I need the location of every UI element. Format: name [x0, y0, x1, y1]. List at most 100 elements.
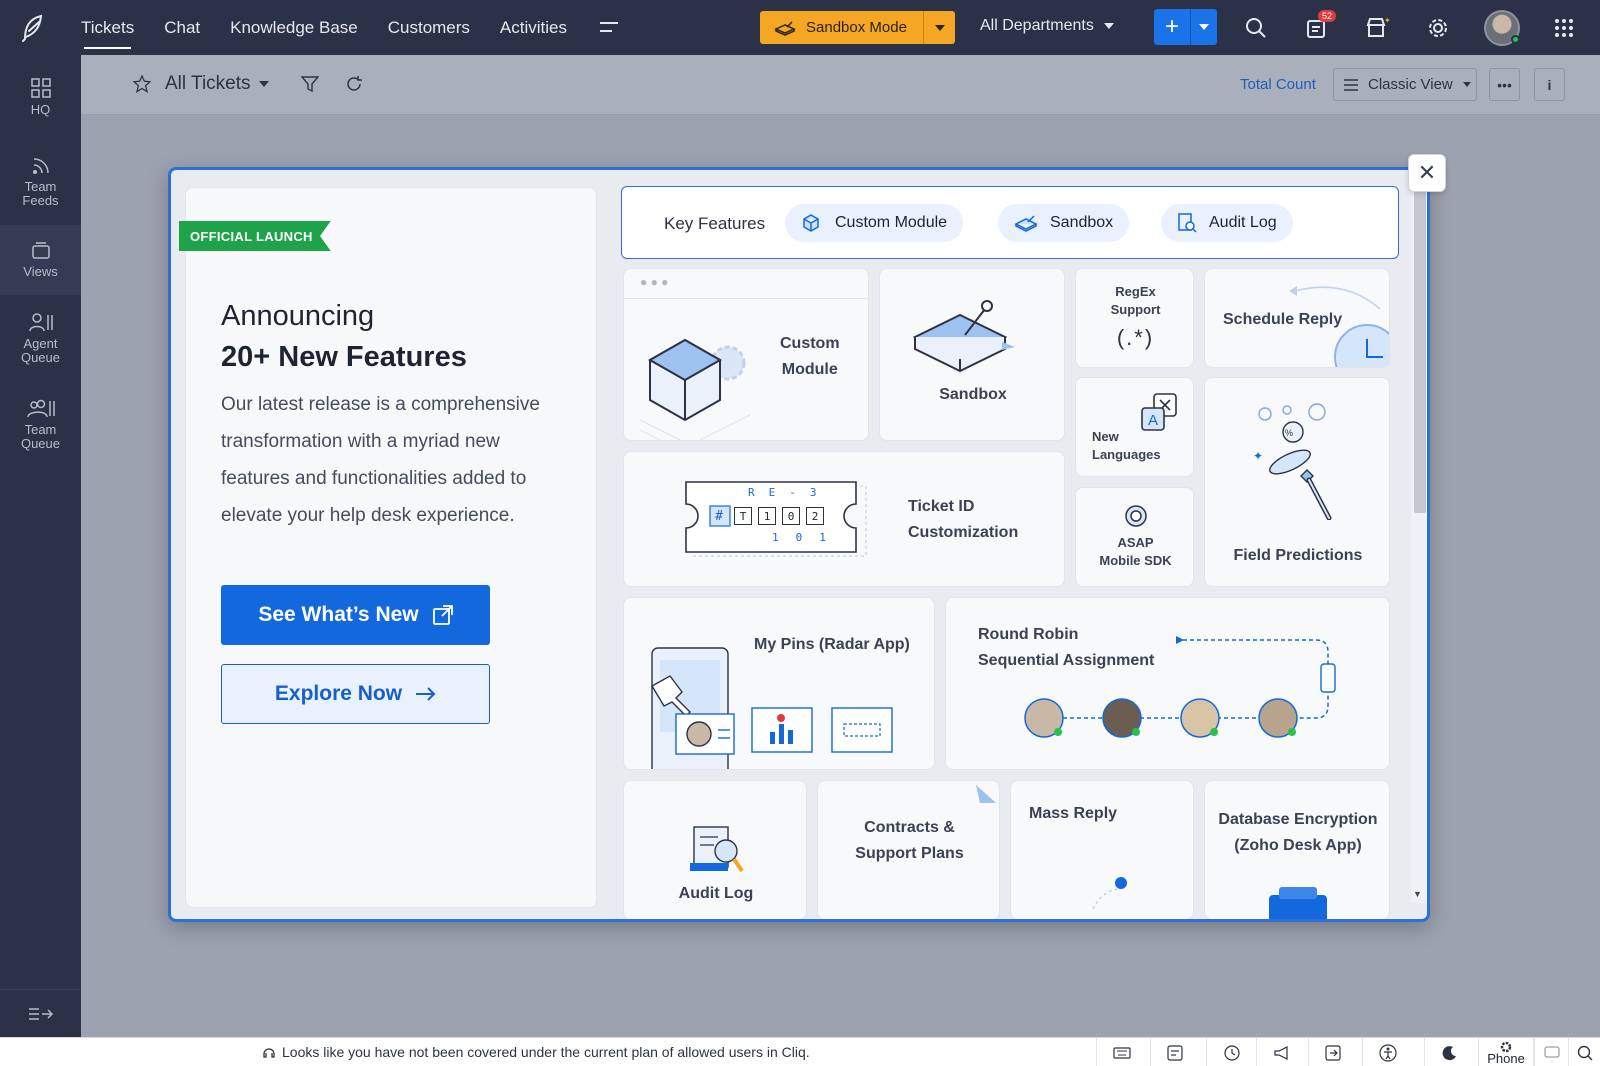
card-title: RegEx Support [1110, 284, 1161, 317]
tasks-icon[interactable] [1150, 1038, 1200, 1066]
nav-tab-chat[interactable]: Chat [149, 0, 215, 55]
scrollbar-thumb[interactable] [1414, 187, 1426, 513]
nav-tab-knowledge-base[interactable]: Knowledge Base [215, 0, 373, 55]
grid-icon [30, 78, 51, 98]
app-logo-icon[interactable] [0, 0, 66, 55]
announcement-megaphone-icon[interactable] [1256, 1038, 1306, 1066]
key-feature-audit-log[interactable]: Audit Log [1161, 204, 1293, 242]
search-icon[interactable] [1242, 14, 1270, 42]
ticket-list-toolbar: All Tickets Total Count Classic View •••… [81, 55, 1600, 115]
close-modal-button[interactable]: ✕ [1408, 154, 1446, 192]
apps-grid-icon[interactable] [1550, 14, 1578, 42]
database-illustration-icon [1269, 887, 1327, 919]
card-title: My Pins (Radar App) [754, 636, 910, 653]
feature-card-mass-reply[interactable]: Mass Reply [1010, 780, 1194, 919]
sidebar-item-hq[interactable]: HQ [0, 55, 81, 140]
scroll-down-arrow-icon[interactable]: ▼ [1413, 889, 1422, 899]
grid-char: 3 [809, 486, 817, 499]
dark-mode-moon-icon[interactable] [1424, 1038, 1474, 1066]
external-link-icon [432, 605, 453, 625]
feature-card-my-pins[interactable]: My Pins (Radar App) [623, 597, 935, 770]
feature-card-new-languages[interactable]: A New Languages [1075, 377, 1194, 477]
feature-card-custom-module[interactable]: ● ● ● Custom Module [623, 268, 869, 441]
magic-wand-icon: % ✦ [1253, 403, 1332, 520]
filter-icon[interactable] [300, 75, 319, 93]
nav-tab-activities[interactable]: Activities [485, 0, 582, 55]
settings-gear-icon[interactable] [1424, 14, 1452, 42]
keyboard-icon[interactable] [1096, 1038, 1146, 1066]
view-title[interactable]: All Tickets [165, 73, 251, 95]
pill-label: Audit Log [1209, 214, 1277, 231]
feature-card-schedule-reply[interactable]: Schedule Reply [1204, 268, 1390, 368]
cliq-status-message: Looks like you have not been covered und… [262, 1044, 810, 1060]
sandbox-dropdown-button[interactable] [923, 11, 955, 44]
clock-illustration-icon [1289, 286, 1389, 367]
official-launch-ribbon: OFFICIAL LAUNCH [179, 221, 331, 251]
grid-char: 0 [782, 507, 800, 525]
grid-char: # [715, 508, 723, 524]
nav-tab-customers[interactable]: Customers [373, 0, 485, 55]
search-icon[interactable] [1568, 1038, 1600, 1066]
feature-card-contracts[interactable]: Contracts & Support Plans [817, 780, 1000, 919]
card-title: Field Predictions [1233, 547, 1363, 564]
chevron-down-icon[interactable] [258, 81, 269, 87]
sandbox-mode-control: Sandbox Mode [760, 11, 955, 44]
key-feature-sandbox[interactable]: Sandbox [998, 204, 1130, 242]
key-features-bar: Key Features Custom Module Sandbox Audit… [621, 186, 1399, 259]
feature-card-audit-log[interactable]: Audit Log [623, 780, 807, 919]
grid-char: T [734, 507, 752, 525]
modal-scrollbar[interactable]: ▼ [1411, 187, 1427, 903]
refresh-icon[interactable] [345, 75, 363, 93]
department-selector[interactable]: All Departments [980, 17, 1114, 35]
card-title: Contracts & Support Plans [855, 819, 964, 862]
feature-card-regex-support[interactable]: RegEx Support (.*) [1075, 268, 1194, 368]
info-button[interactable]: i [1534, 68, 1565, 101]
create-new-dropdown[interactable] [1190, 9, 1217, 45]
feature-card-asap-mobile-sdk[interactable]: ASAP Mobile SDK [1075, 487, 1194, 587]
sidebar-item-label: HQ [30, 102, 51, 117]
feature-card-database-encryption[interactable]: Database Encryption (Zoho Desk App) [1204, 780, 1390, 919]
clock-icon[interactable] [1206, 1038, 1256, 1066]
sidebar-item-team-queue[interactable]: Team Queue [0, 381, 81, 467]
announcement-subheading: 20+ New Features [221, 341, 467, 373]
top-navigation-bar: Tickets Chat Knowledge Base Customers Ac… [0, 0, 1600, 55]
chat-bubbles-icon[interactable] [1534, 1038, 1568, 1066]
transfer-icon[interactable] [1308, 1038, 1358, 1066]
star-icon[interactable] [133, 75, 151, 93]
sidebar-item-agent-queue[interactable]: Agent Queue [0, 295, 81, 381]
explore-now-button[interactable]: Explore Now [221, 664, 490, 724]
feature-card-ticket-id-customization[interactable]: R E - 3 # T 1 0 2 1 0 1 Ticket ID Custom… [623, 451, 1065, 587]
grid-char: R [748, 486, 755, 499]
marketplace-icon[interactable]: ✦ [1364, 14, 1392, 42]
info-icon: i [1547, 76, 1552, 93]
sidebar-item-team-feeds[interactable]: Team Feeds [0, 140, 81, 225]
total-count-link[interactable]: Total Count [1240, 76, 1316, 93]
feature-card-round-robin[interactable]: Round Robin Sequential Assignment [945, 597, 1390, 770]
announcement-heading: Announcing [221, 300, 375, 332]
chevron-down-icon [1103, 23, 1114, 29]
phone-button[interactable]: Phone [1478, 1038, 1534, 1066]
card-title: Database Encryption (Zoho Desk App) [1218, 811, 1378, 854]
collapse-sidebar-icon[interactable] [0, 989, 81, 1037]
view-mode-dropdown[interactable]: Classic View [1333, 68, 1477, 101]
grid-char: 1 [758, 507, 776, 525]
announcement-panel: OFFICIAL LAUNCH Announcing 20+ New Featu… [179, 187, 597, 908]
sidebar-item-views[interactable]: Views [0, 225, 81, 295]
feature-card-field-predictions[interactable]: % ✦ Field Predictions [1204, 377, 1390, 587]
mass-reply-illustration-icon [1092, 877, 1127, 910]
accessibility-icon[interactable] [1362, 1038, 1412, 1066]
more-options-button[interactable]: ••• [1489, 68, 1520, 101]
create-new-control: + [1154, 9, 1217, 45]
feature-card-sandbox[interactable]: Sandbox [879, 268, 1065, 441]
sandbox-mode-button[interactable]: Sandbox Mode [760, 11, 923, 44]
key-features-label: Key Features [664, 214, 766, 233]
more-tabs-icon[interactable] [582, 16, 636, 39]
nav-tab-tickets[interactable]: Tickets [66, 0, 149, 55]
pill-label: Sandbox [1050, 214, 1114, 231]
grid-char: 2 [806, 507, 824, 525]
key-feature-custom-module[interactable]: Custom Module [785, 204, 964, 242]
see-whats-new-button[interactable]: See What’s New [221, 585, 490, 645]
plus-icon: + [1164, 13, 1179, 40]
create-new-button[interactable]: + [1154, 9, 1190, 45]
sidebar-item-label: Agent Queue [20, 335, 61, 365]
